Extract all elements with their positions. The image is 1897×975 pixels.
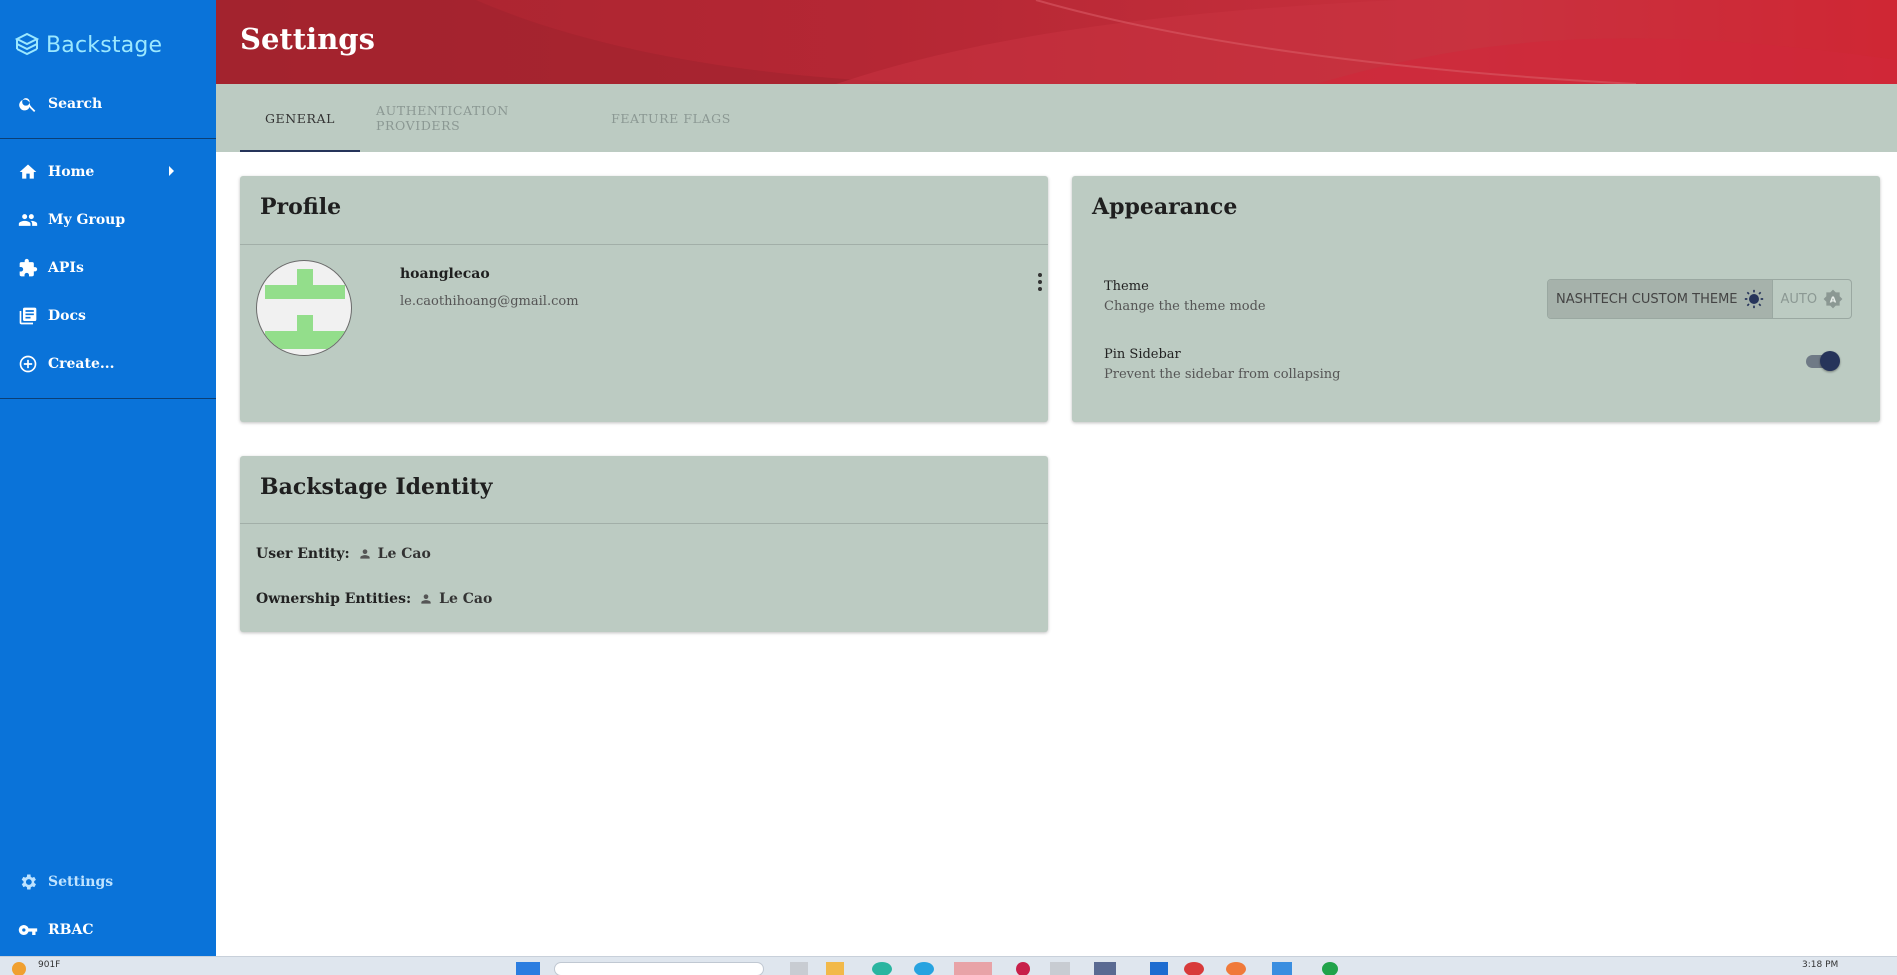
app-icon[interactable]: [1272, 962, 1292, 975]
active-app-icon[interactable]: [954, 962, 992, 975]
chrome-icon[interactable]: [1184, 962, 1204, 975]
sidebar-item-settings[interactable]: Settings: [0, 862, 216, 902]
card-divider: [240, 244, 1048, 245]
gear-icon: [18, 872, 38, 892]
add-circle-icon: [18, 354, 38, 374]
sidebar-divider: [0, 398, 216, 399]
ownership-entities-label: Ownership Entities:: [256, 591, 412, 607]
identicon-image: [265, 269, 345, 349]
tab-feature-flags[interactable]: FEATURE FLAGS: [606, 84, 736, 152]
taskbar-left-text: 901F: [38, 960, 61, 970]
sidebar-item-apis[interactable]: APIs: [0, 248, 216, 288]
sidebar-item-create[interactable]: Create...: [0, 344, 216, 384]
card-divider: [240, 523, 1048, 524]
switch-thumb: [1820, 351, 1840, 371]
app-icon[interactable]: [872, 962, 892, 975]
sidebar-item-label: Home: [48, 164, 95, 180]
notification-badge-icon[interactable]: [1016, 962, 1030, 975]
svg-text:A: A: [1830, 294, 1837, 304]
appearance-card: Appearance Theme Change the theme mode N…: [1072, 176, 1880, 422]
tab-authentication-providers[interactable]: AUTHENTICATION PROVIDERS: [376, 84, 576, 152]
avatar: [256, 260, 352, 356]
identity-title: Backstage Identity: [260, 474, 493, 500]
sidebar-item-label: My Group: [48, 212, 126, 228]
os-taskbar: 901F 3:18 PM: [0, 956, 1897, 975]
ownership-entity-value: Le Cao: [439, 591, 493, 607]
file-explorer-icon[interactable]: [826, 962, 844, 975]
page-header: Settings: [216, 0, 1897, 84]
firefox-icon[interactable]: [1226, 962, 1246, 975]
header-decoration: [216, 0, 1897, 84]
brand-logo[interactable]: Backstage: [14, 28, 162, 62]
appearance-title: Appearance: [1092, 194, 1238, 220]
page-title: Settings: [240, 22, 375, 56]
home-icon: [18, 162, 38, 182]
sidebar-item-label: Docs: [48, 308, 86, 324]
sidebar-item-label: APIs: [48, 260, 84, 276]
profile-username: hoanglecao: [400, 266, 490, 282]
theme-description: Change the theme mode: [1104, 299, 1266, 314]
sidebar-item-my-group[interactable]: My Group: [0, 200, 216, 240]
theme-toggle-group: NASHTECH CUSTOM THEME AUTO A: [1547, 279, 1853, 319]
search-icon: [18, 94, 38, 114]
puzzle-icon: [18, 258, 38, 278]
theme-option-label: AUTO: [1780, 291, 1818, 307]
sidebar-item-label: Create...: [48, 356, 115, 372]
sidebar-item-home[interactable]: Home: [0, 152, 216, 192]
theme-option-label: NASHTECH CUSTOM THEME: [1556, 291, 1738, 307]
sun-icon: [1744, 289, 1763, 309]
ownership-entity-link[interactable]: Le Cao: [419, 591, 492, 607]
identity-card: Backstage Identity User Entity: Le Cao O…: [240, 456, 1048, 632]
sidebar-divider: [0, 138, 216, 139]
sidebar-item-label: Search: [48, 96, 103, 112]
user-entity-value: Le Cao: [377, 546, 431, 562]
taskbar-clock: 3:18 PM: [1802, 960, 1839, 970]
app-icon[interactable]: [1094, 962, 1116, 975]
task-view-icon[interactable]: [790, 962, 808, 975]
theme-label: Theme: [1104, 279, 1149, 294]
weather-icon[interactable]: [12, 962, 26, 975]
checkmark-app-icon[interactable]: [1322, 962, 1338, 975]
theme-option-auto[interactable]: AUTO A: [1773, 280, 1852, 318]
brand-name: Backstage: [46, 32, 163, 58]
user-entity-row: User Entity: Le Cao: [256, 546, 431, 562]
chevron-right-icon[interactable]: [169, 166, 174, 176]
pin-sidebar-description: Prevent the sidebar from collapsing: [1104, 367, 1341, 382]
person-icon: [359, 549, 370, 559]
profile-email: le.caothihoang@gmail.com: [400, 294, 579, 309]
sidebar-item-search[interactable]: Search: [0, 84, 216, 124]
taskbar-search-input[interactable]: [554, 962, 764, 975]
library-icon: [18, 306, 38, 326]
profile-card: Profile hoanglecao le.caothihoang@gmail.…: [240, 176, 1048, 422]
profile-title: Profile: [260, 194, 342, 220]
pin-sidebar-label: Pin Sidebar: [1104, 347, 1181, 362]
backstage-logo-icon: [14, 32, 40, 56]
sidebar-item-label: Settings: [48, 874, 114, 890]
edge-browser-icon[interactable]: [914, 962, 934, 975]
auto-brightness-icon: A: [1823, 289, 1843, 309]
sidebar-item-docs[interactable]: Docs: [0, 296, 216, 336]
key-icon: [18, 920, 38, 940]
app-icon[interactable]: [1050, 962, 1070, 975]
tab-indicator: [240, 150, 360, 152]
sidebar-item-rbac[interactable]: RBAC: [0, 910, 216, 950]
user-entity-link[interactable]: Le Cao: [358, 546, 431, 562]
theme-option-custom[interactable]: NASHTECH CUSTOM THEME: [1548, 280, 1773, 318]
person-icon: [421, 594, 431, 604]
pin-sidebar-switch[interactable]: [1802, 349, 1842, 373]
tab-bar: GENERAL AUTHENTICATION PROVIDERS FEATURE…: [216, 84, 1897, 152]
tab-general[interactable]: GENERAL: [240, 84, 360, 152]
sidebar-item-label: RBAC: [48, 922, 94, 938]
more-options-icon[interactable]: [1028, 270, 1052, 294]
vscode-icon[interactable]: [1150, 962, 1168, 975]
user-entity-label: User Entity:: [256, 546, 350, 562]
group-icon: [18, 210, 38, 230]
sidebar: Backstage Search Home My Group APIs Docs: [0, 0, 216, 956]
ownership-entities-row: Ownership Entities: Le Cao: [256, 591, 492, 607]
windows-start-icon[interactable]: [516, 962, 540, 975]
